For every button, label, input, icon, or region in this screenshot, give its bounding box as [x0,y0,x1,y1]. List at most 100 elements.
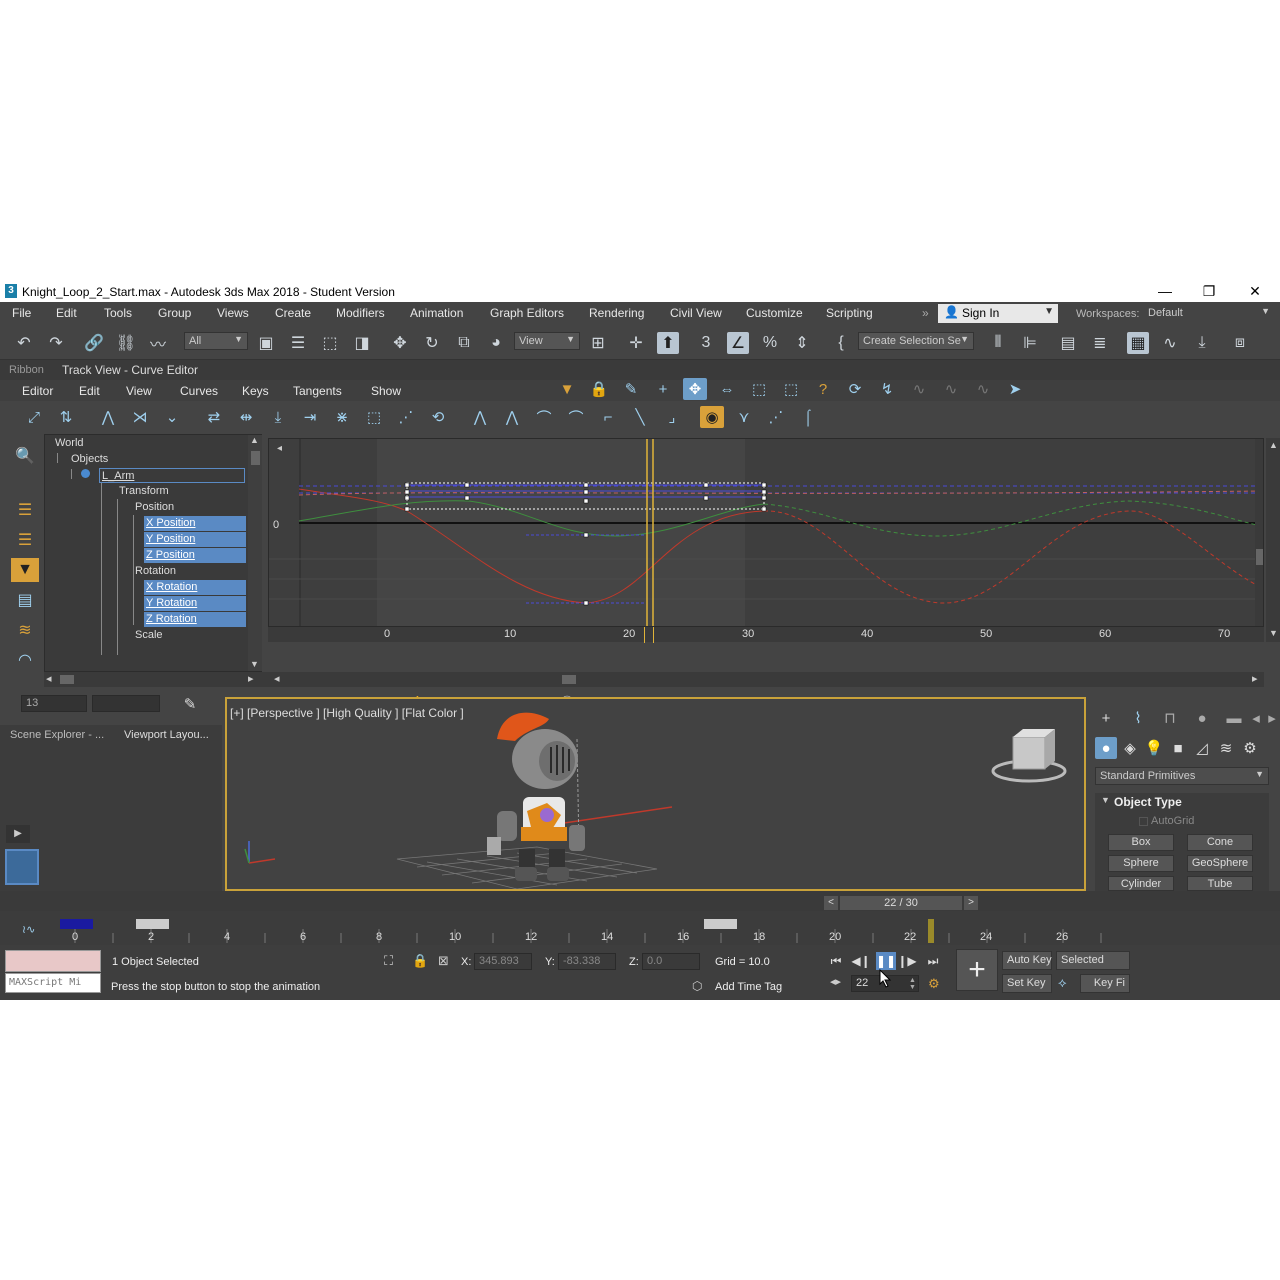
shapes-icon[interactable]: ◈ [1119,737,1141,759]
cylinder-button[interactable]: Cylinder [1108,876,1174,891]
undo-icon[interactable]: ↶ [13,332,35,354]
slide-icon[interactable]: ⇄ [202,406,226,428]
layer-explorer-icon[interactable]: ▤ [1057,332,1079,354]
helpers-icon[interactable]: ◿ [1191,737,1213,759]
maxscript-mini-listener[interactable]: MAXScript Mi [5,973,101,993]
tree-x-position[interactable]: X Position [144,516,246,531]
minimize-button[interactable]: — [1150,283,1180,300]
show-keyable-icon[interactable]: ◉ [700,406,724,428]
curve-type-3-icon[interactable]: ∿ [971,378,995,400]
tangent-slow-icon[interactable]: ⌒ [564,406,588,428]
tab-scene-explorer[interactable]: Scene Explorer - ... [10,729,104,741]
maxscript-listener-top[interactable] [5,950,101,972]
rotate-icon[interactable]: ↻ [421,332,443,354]
expand-icon[interactable]: ▶ [6,825,30,843]
add-key-icon[interactable]: + [651,378,675,400]
flatten-icon[interactable]: ⤓ [266,406,290,428]
time-slider-next-button[interactable]: > [964,896,978,910]
placement-icon[interactable]: ◕ [485,332,507,354]
tangent-linear-icon[interactable]: ╲ [628,406,652,428]
tree-world[interactable]: World [53,436,86,451]
z-coordinate-field[interactable]: 0.0 [642,953,700,970]
ref-coord-dropdown[interactable]: View ▼ [514,332,580,350]
hierarchy-tab-icon[interactable]: ⊓ [1158,707,1182,729]
spacewarps-icon[interactable]: ≋ [1215,737,1237,759]
key-filters-button[interactable]: Key Fi [1080,974,1130,993]
render-setup-icon[interactable]: ⧈ [1229,332,1251,354]
menu-tools[interactable]: Tools [104,306,132,320]
tree-z-rotation[interactable]: Z Rotation [144,612,246,627]
scroll-down-icon[interactable]: ▼ [250,659,259,669]
menu-views[interactable]: Views [217,306,249,320]
menu-scripting[interactable]: Scripting [826,306,873,320]
unlink-icon[interactable]: ⛓ [115,332,137,354]
bind-spacewarp-icon[interactable]: 〰 [147,332,169,354]
x-coordinate-field[interactable]: 345.893 [474,953,532,970]
frame-values-icon[interactable]: ⤢ [22,406,46,428]
pivot-center-icon[interactable]: ⊞ [587,332,609,354]
key-mode-toggle-icon[interactable]: ⟡ [1058,975,1067,991]
selection-filter-dropdown[interactable]: All ▼ [184,332,248,350]
cone-button[interactable]: Cone [1187,834,1253,851]
rollout-toggle-icon[interactable]: ▼ [1101,795,1110,805]
key-filter-dropdown[interactable]: Selected [1056,951,1130,970]
menu-rendering[interactable]: Rendering [589,306,644,320]
time-slider-prev-button[interactable]: < [824,896,838,910]
tree-y-position[interactable]: Y Position [144,532,246,547]
value-field[interactable] [92,695,160,712]
ribbon-label[interactable]: Ribbon [9,364,44,376]
move-horizontal-icon[interactable]: ⇅ [54,406,78,428]
tree-y-rotation[interactable]: Y Rotation [144,596,246,611]
scale-time-icon[interactable]: ⇹ [234,406,258,428]
lock-selection-icon[interactable]: 🔒 [412,953,428,969]
menu-civil-view[interactable]: Civil View [670,306,722,320]
layers-icon[interactable]: ≋ [11,618,39,642]
menu-graph-editors[interactable]: Graph Editors [490,306,564,320]
key-mode-icon[interactable]: ◂▸ [830,975,841,988]
scroll-down-icon[interactable]: ▼ [1269,628,1278,638]
next-frame-icon[interactable]: ❙▶ [897,952,917,970]
tree-scale[interactable]: Scale [133,628,165,643]
filter-list-icon[interactable]: ☰ [11,498,39,522]
time-slider-thumb[interactable]: 22 / 30 [840,896,962,910]
out-of-range-icon[interactable]: ⟳ [843,378,867,400]
create-tab-icon[interactable]: + [1094,707,1118,729]
sign-in-button[interactable]: 👤 Sign In ▼ [938,304,1058,323]
tree-position[interactable]: Position [133,500,176,515]
move-keys-icon[interactable]: ✥ [683,378,707,400]
modify-tab-icon[interactable]: ⌇ [1126,707,1150,729]
curve-tool-1-icon[interactable]: ⋀ [96,406,120,428]
percent-snap-icon[interactable]: % [759,332,781,354]
display-tab-icon[interactable]: ▬ [1222,707,1246,729]
curve-tool-2-icon[interactable]: ⋊ [128,406,152,428]
sphere-button[interactable]: Sphere [1108,855,1174,872]
motion-tab-icon[interactable]: ● [1190,707,1214,729]
panel-right-icon[interactable]: ▸ [1264,707,1280,729]
slide-keys-icon[interactable]: ⇔ [715,378,739,400]
rect-selection-icon[interactable]: ⬚ [319,332,341,354]
scroll-up-icon[interactable]: ▲ [1269,440,1278,450]
scroll-left-icon[interactable]: ◂ [46,672,52,685]
loop-icon[interactable]: ⟲ [426,406,450,428]
tv-menu-show[interactable]: Show [371,384,401,398]
tangent-lock-icon[interactable]: ⌠ [796,406,820,428]
tangent-step-icon[interactable]: ⌐ [596,406,620,428]
tangent-break-icon[interactable]: ⋎ [732,406,756,428]
systems-icon[interactable]: ⚙ [1239,737,1261,759]
go-to-start-icon[interactable]: ⏮ [826,952,846,970]
tv-menu-edit[interactable]: Edit [79,384,100,398]
autogrid-checkbox[interactable] [1139,817,1148,826]
select-icon[interactable]: ➤ [1003,378,1027,400]
tree-scrollbar[interactable]: ▲ ▼ [248,435,262,671]
scroll-right-icon[interactable]: ▸ [248,672,254,685]
reduce-keys-icon[interactable]: ⋇ [330,406,354,428]
graph-vscroll[interactable]: ▲ ▼ [1266,438,1280,642]
display-icon[interactable]: ▤ [11,588,39,612]
filter-list-2-icon[interactable]: ☰ [11,528,39,552]
scale-icon[interactable]: ⧉ [453,332,475,354]
select-object-icon[interactable]: ▣ [255,332,277,354]
tree-l-arm[interactable]: L_Arm [99,468,245,483]
menu-modifiers[interactable]: Modifiers [336,306,385,320]
cameras-icon[interactable]: ■ [1167,737,1189,759]
spinner-snap-icon[interactable]: ⇕ [791,332,813,354]
